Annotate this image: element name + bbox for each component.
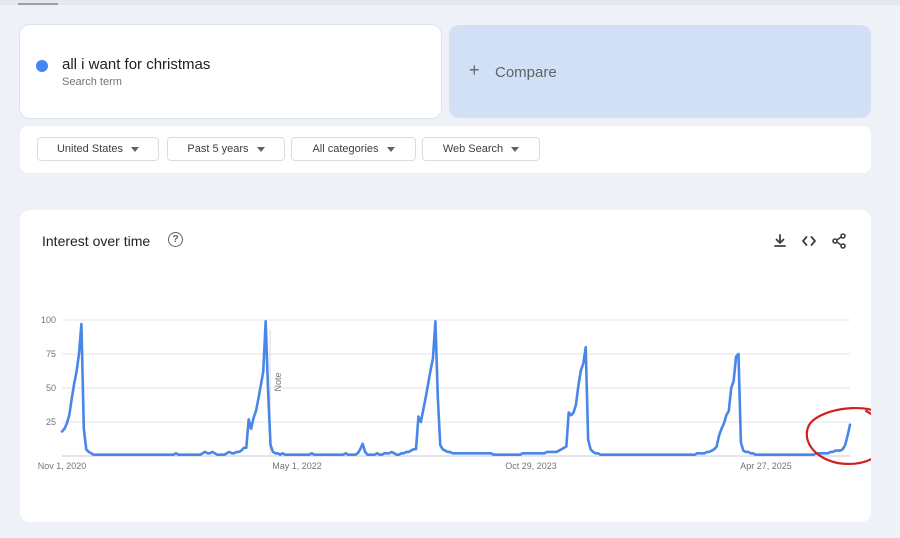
y-tick-label: 50 bbox=[46, 383, 56, 393]
chevron-down-icon bbox=[386, 146, 395, 152]
term-color-dot bbox=[36, 60, 48, 72]
search-term-text[interactable]: all i want for christmas bbox=[62, 56, 210, 73]
chevron-down-icon bbox=[131, 146, 140, 152]
region-dropdown-label: United States bbox=[56, 143, 124, 155]
plus-icon: + bbox=[469, 60, 480, 80]
top-tab-bar bbox=[0, 0, 900, 5]
category-dropdown-label: All categories bbox=[312, 143, 379, 155]
y-tick-label: 100 bbox=[41, 315, 56, 325]
compare-button[interactable]: + Compare bbox=[449, 25, 871, 118]
x-tick-label: Oct 29, 2023 bbox=[505, 461, 557, 471]
time-range-dropdown-label: Past 5 years bbox=[187, 143, 249, 155]
active-tab-indicator bbox=[18, 3, 58, 5]
compare-label: Compare bbox=[495, 64, 557, 81]
search-type-dropdown[interactable]: Web Search bbox=[422, 137, 540, 161]
x-tick-label: Apr 27, 2025 bbox=[740, 461, 792, 471]
chevron-down-icon bbox=[511, 146, 520, 152]
time-range-dropdown[interactable]: Past 5 years bbox=[167, 137, 285, 161]
search-term-caption: Search term bbox=[62, 76, 122, 88]
interest-line-chart: 25 50 75 100 Nov 1, 2020 May 1, 2022 Oct 29, 2… bbox=[38, 315, 871, 471]
y-tick-label: 75 bbox=[46, 349, 56, 359]
region-dropdown[interactable]: United States bbox=[37, 137, 159, 161]
x-tick-label: May 1, 2022 bbox=[272, 461, 322, 471]
interest-over-time-card: Interest over time ? 25 50 75 100 Nov 1, 202… bbox=[20, 210, 871, 522]
note-label: Note bbox=[273, 372, 283, 391]
search-term-card[interactable]: all i want for christmas Search term bbox=[20, 25, 441, 118]
search-type-dropdown-label: Web Search bbox=[442, 143, 504, 155]
chevron-down-icon bbox=[256, 146, 265, 152]
x-tick-label: Nov 1, 2020 bbox=[38, 461, 87, 471]
category-dropdown[interactable]: All categories bbox=[291, 137, 416, 161]
filter-bar: United States Past 5 years All categorie… bbox=[20, 126, 871, 173]
y-tick-label: 25 bbox=[46, 417, 56, 427]
